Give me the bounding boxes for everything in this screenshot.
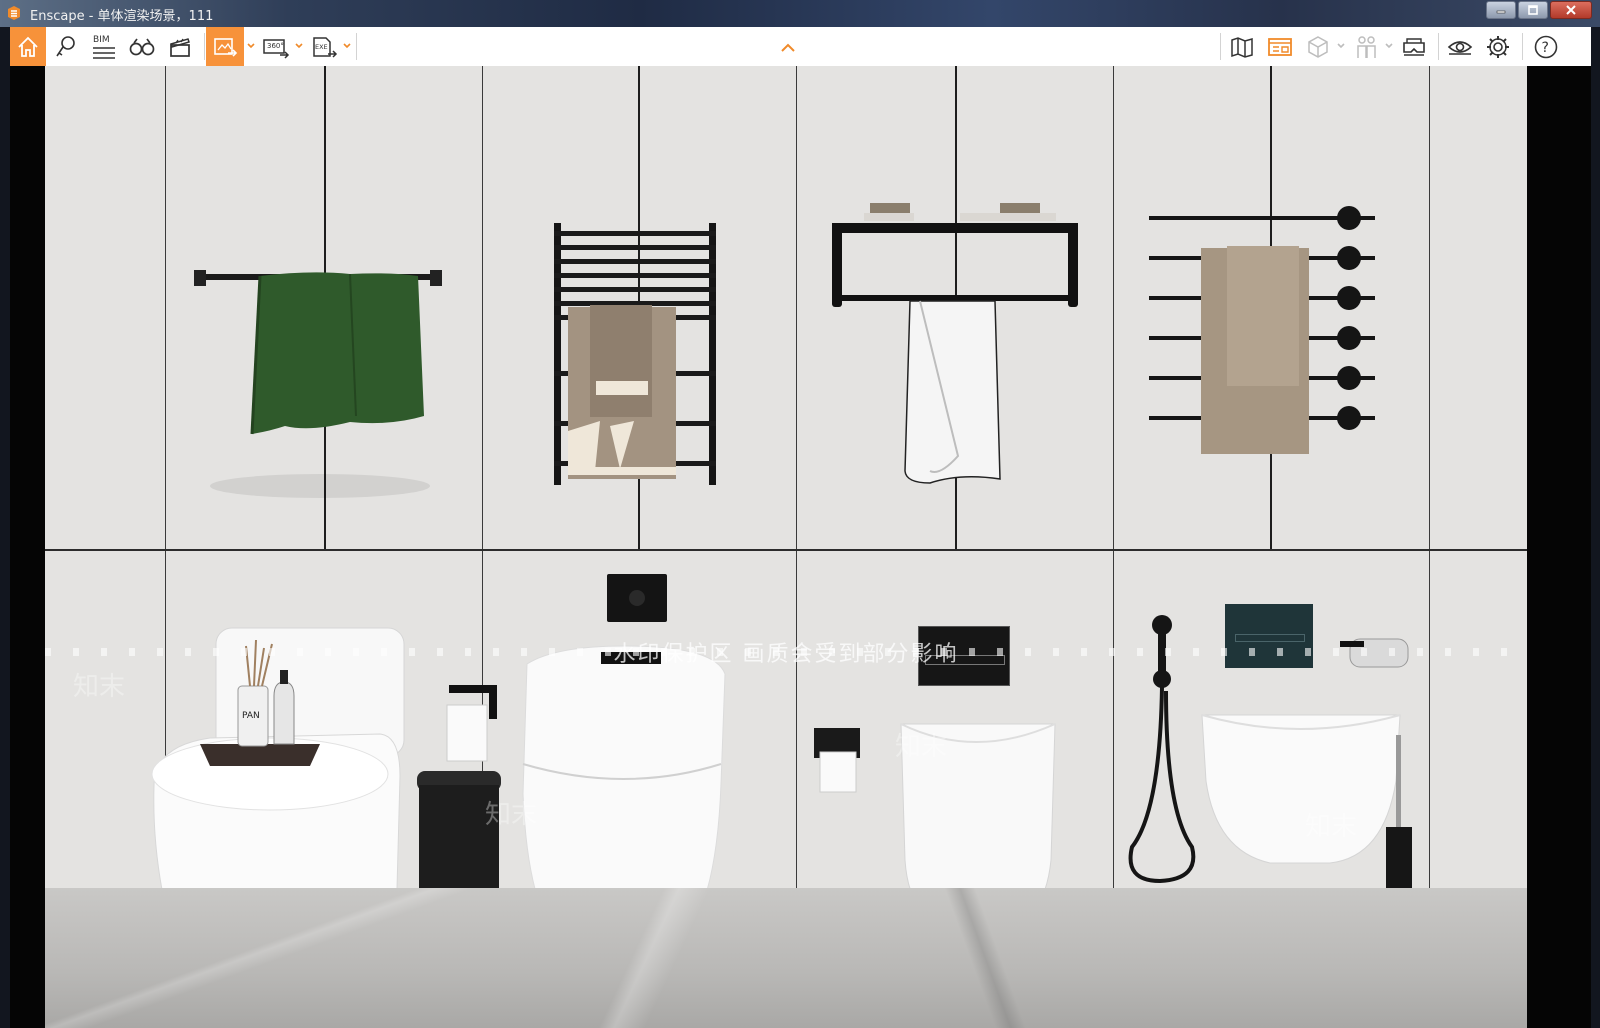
toolbar-separator [1438, 33, 1439, 60]
close-button[interactable] [1550, 1, 1592, 19]
bim-label: BIM [93, 35, 110, 45]
paper-holder [814, 728, 860, 793]
vr-headset-button[interactable] [1396, 27, 1432, 66]
render-viewport[interactable]: PAN 水印保护区 画质会受到部分影响 知末 知末 知末 知末 [10, 66, 1591, 1028]
image-panel-icon [1268, 37, 1292, 56]
collaboration-dropdown-chevron-icon[interactable] [1384, 41, 1394, 51]
diffuser-label: PAN [242, 711, 260, 721]
panorama-360-icon: 360° [263, 38, 290, 59]
render-image-icon [214, 37, 238, 57]
enscape-logo-icon [8, 6, 20, 20]
towel-shelf-rack [832, 203, 1078, 484]
collaboration-button[interactable] [1348, 27, 1384, 66]
section-box-button[interactable] [1300, 27, 1336, 66]
wall-joint [796, 66, 797, 888]
map-button[interactable] [1224, 27, 1260, 66]
home-icon [18, 36, 38, 57]
close-icon [1566, 5, 1576, 15]
render-screenshot-button[interactable] [206, 27, 244, 66]
render-panorama-button[interactable]: 360° [258, 27, 294, 66]
pin-towel-rail [1149, 206, 1375, 454]
capture-panel-button[interactable] [1262, 27, 1298, 66]
bathroom-scene: PAN 水印保护区 画质会受到部分影响 知末 知末 知末 知末 [45, 66, 1527, 1028]
export-exe-icon: EXE [313, 36, 338, 58]
wall-joint [1113, 66, 1114, 888]
maximize-button[interactable] [1518, 1, 1548, 19]
views-button[interactable] [124, 27, 160, 66]
heated-towel-rail [554, 223, 716, 485]
bim-icon: BIM [93, 35, 115, 59]
toolbar-separator [356, 33, 357, 60]
title-bar: Enscape - 单体渲染场景，111 [0, 0, 1600, 27]
binoculars-icon [129, 37, 155, 55]
wall-horizontal-joint [45, 549, 1527, 551]
export-dropdown-chevron-icon[interactable] [342, 41, 352, 51]
toolbar-separator [1220, 33, 1221, 60]
visual-settings-button[interactable] [1442, 27, 1478, 66]
eye-icon [1447, 40, 1473, 55]
toolbar-separator [1522, 33, 1523, 60]
asset-library-button[interactable] [48, 27, 84, 66]
general-settings-button[interactable] [1480, 27, 1516, 66]
map-icon [1231, 36, 1253, 58]
maximize-icon [1528, 5, 1538, 15]
chevron-up-icon [781, 43, 795, 52]
video-editor-button[interactable] [162, 27, 198, 66]
export-button[interactable]: EXE [306, 27, 342, 66]
vr-headset-icon [1403, 37, 1425, 56]
section-box-dropdown-chevron-icon[interactable] [1336, 41, 1346, 51]
enscape-toolbar: BIM 360° EXE ? [10, 27, 1591, 67]
minimize-icon [1496, 10, 1506, 14]
export-label: EXE [315, 43, 328, 51]
help-label: ? [1542, 40, 1549, 56]
marble-floor [45, 888, 1527, 1028]
help-icon: ? [1534, 35, 1558, 58]
render-dropdown-chevron-icon[interactable] [246, 41, 256, 51]
bim-button[interactable]: BIM [86, 27, 122, 66]
toolbar-separator [204, 33, 205, 60]
help-button[interactable]: ? [1528, 27, 1564, 66]
tile-watermark: 知末 [73, 672, 126, 702]
collapse-toolbar-toggle[interactable] [776, 27, 800, 66]
window-controls [1484, 1, 1592, 21]
cube-icon [1308, 35, 1328, 58]
panorama-dropdown-chevron-icon[interactable] [294, 41, 304, 51]
minimize-button[interactable] [1486, 1, 1516, 19]
clapperboard-icon [170, 37, 190, 57]
window-title: Enscape - 单体渲染场景，111 [30, 9, 214, 24]
watermark-protection-text: 水印保护区 画质会受到部分影响 [613, 642, 959, 667]
flush-plate-round [607, 574, 667, 622]
asset-library-icon [56, 35, 75, 56]
gear-icon [1487, 35, 1509, 58]
people-icon [1357, 35, 1376, 58]
panorama-label: 360° [267, 42, 284, 50]
tile-watermark: 知末 [1305, 812, 1358, 842]
home-button[interactable] [10, 27, 46, 66]
tile-watermark: 知末 [485, 800, 538, 830]
tile-watermark: 知末 [895, 732, 948, 762]
towel-bar-green-towel [194, 270, 442, 498]
wall-hung-toilet-set [1201, 638, 1412, 889]
